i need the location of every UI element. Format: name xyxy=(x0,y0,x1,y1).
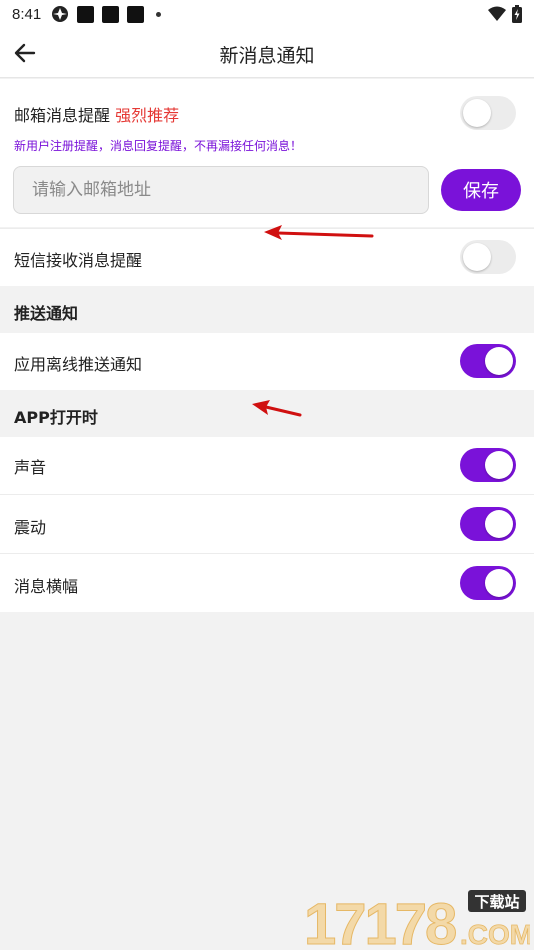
email-reminder-label: 邮箱消息提醒 强烈推荐 xyxy=(14,102,179,126)
battery-icon xyxy=(512,5,522,23)
email-reminder-hint: 新用户注册提醒，消息回复提醒，不再漏接任何消息！ xyxy=(14,139,303,153)
notification-icon xyxy=(102,5,120,23)
save-button[interactable]: 保存 xyxy=(441,169,521,211)
sms-reminder-label: 短信接收消息提醒 xyxy=(14,251,143,270)
email-reminder-toggle[interactable] xyxy=(460,96,516,130)
toggle-knob xyxy=(485,569,513,597)
status-time: 8:41 xyxy=(12,5,42,23)
sound-label: 声音 xyxy=(14,458,47,477)
recommend-badge: 强烈推荐 xyxy=(115,106,180,125)
app-open-group-title: APP打开时 xyxy=(14,408,98,427)
sound-toggle[interactable] xyxy=(460,448,516,482)
message-banner-toggle[interactable] xyxy=(460,566,516,600)
watermark-logo-icon: 17178 下载站 .COM xyxy=(304,890,534,950)
wifi-icon xyxy=(488,6,506,21)
toggle-knob xyxy=(485,510,513,538)
svg-text:.COM: .COM xyxy=(460,919,530,948)
vibrate-row xyxy=(0,495,534,553)
sms-reminder-toggle[interactable] xyxy=(460,240,516,274)
svg-text:下载站: 下载站 xyxy=(474,893,519,911)
app-bar: 新消息通知 xyxy=(0,28,534,78)
vibrate-toggle[interactable] xyxy=(460,507,516,541)
annotation-arrow xyxy=(252,400,302,417)
page-title: 新消息通知 xyxy=(219,45,315,67)
more-notifications-icon xyxy=(156,11,162,17)
notification-icon xyxy=(77,5,95,23)
message-banner-label: 消息横幅 xyxy=(14,577,79,596)
vibrate-label: 震动 xyxy=(14,518,47,537)
email-reminder-label-text: 邮箱消息提醒 xyxy=(14,106,111,125)
notification-icon xyxy=(127,5,145,23)
watermark-logo: 17178 下载站 .COM xyxy=(300,888,534,950)
email-address-input[interactable] xyxy=(13,166,429,214)
toggle-knob xyxy=(485,347,513,375)
svg-text:17178: 17178 xyxy=(304,892,456,948)
annotation-arrow xyxy=(264,225,374,240)
push-group-title: 推送通知 xyxy=(14,304,79,323)
sound-row xyxy=(0,437,534,494)
toggle-knob xyxy=(485,451,513,479)
status-bar: 8:41 xyxy=(0,0,534,28)
sync-icon xyxy=(52,6,69,22)
message-banner-row xyxy=(0,554,534,612)
toggle-knob xyxy=(463,99,491,127)
offline-push-label: 应用离线推送通知 xyxy=(14,355,143,374)
push-group-header: 推送通知 xyxy=(0,287,534,333)
toggle-knob xyxy=(463,243,491,271)
offline-push-toggle[interactable] xyxy=(460,344,516,378)
